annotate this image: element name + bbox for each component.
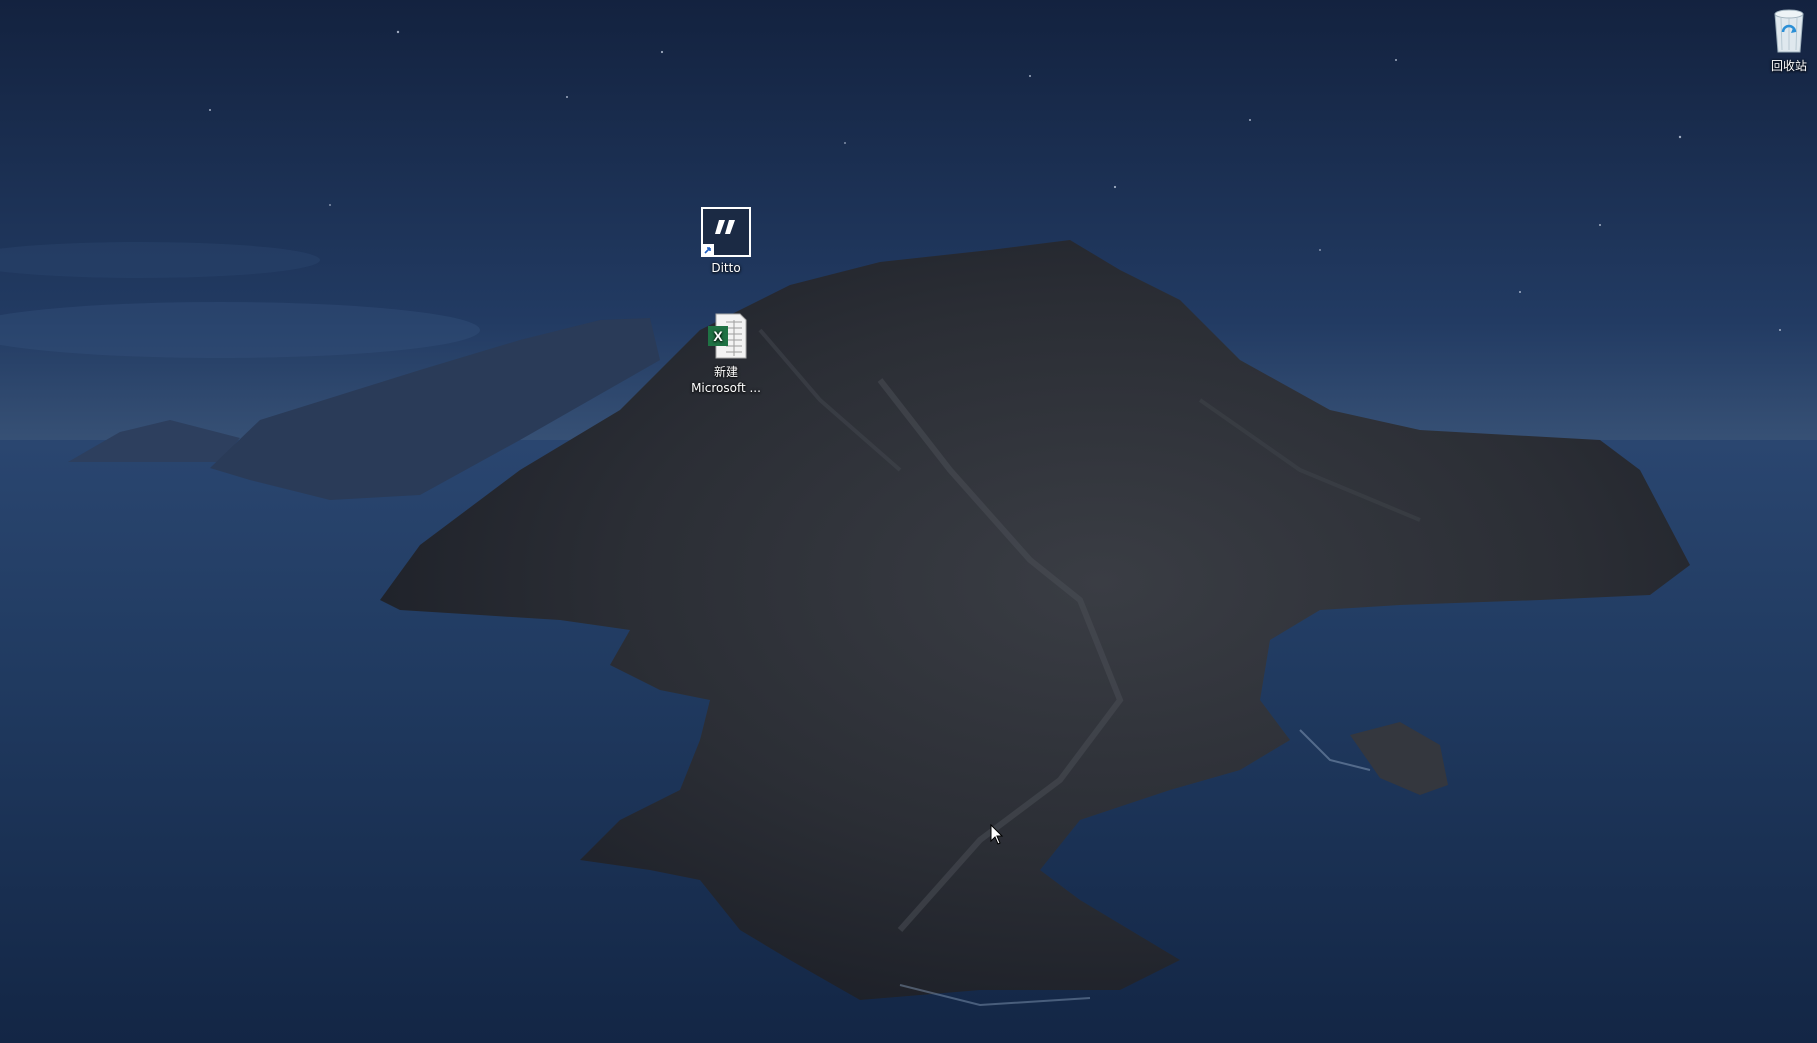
recycle-bin-icon [1763, 4, 1815, 56]
desktop-icon-label-line2: Microsoft ... [691, 381, 761, 395]
ditto-app-icon [700, 206, 752, 258]
desktop-icon-recycle-bin[interactable]: 回收站 [1744, 4, 1817, 74]
desktop-icon-label: Ditto [711, 261, 741, 275]
svg-text:X: X [713, 328, 723, 344]
desktop[interactable]: Ditto X 新建 Microsoft ... 回收站 [0, 0, 1817, 1043]
desktop-icon-excel-file[interactable]: X 新建 Microsoft ... [681, 310, 771, 396]
desktop-icon-label: 回收站 [1770, 59, 1807, 73]
mouse-cursor-icon [990, 824, 1004, 845]
desktop-icon-ditto[interactable]: Ditto [681, 206, 771, 276]
desktop-icon-label-line1: 新建 [713, 365, 738, 379]
wallpaper-image [0, 0, 1817, 1043]
excel-file-icon: X [700, 310, 752, 362]
